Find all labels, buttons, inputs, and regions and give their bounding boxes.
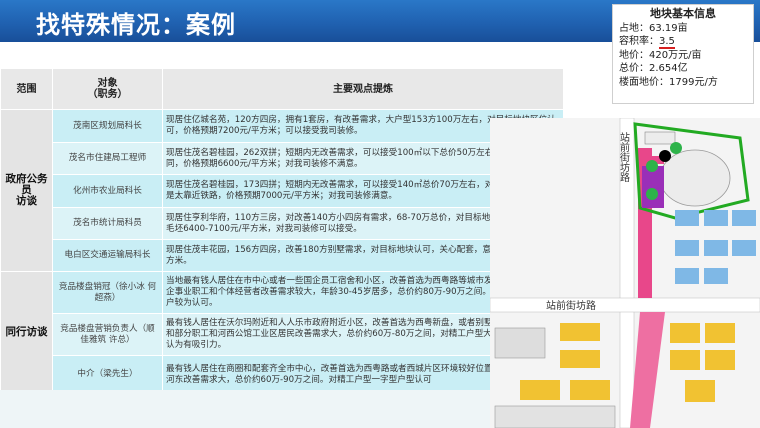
info-box-title: 地块基本信息 — [650, 7, 716, 20]
black-marker — [659, 150, 671, 162]
row-object: 中介（梁先生） — [52, 355, 163, 394]
header-scope: 范围 — [0, 68, 53, 110]
table-row: 政府公务员 访谈 茂南区规划局科长 现居住亿城名苑，120方四房，拥有1套房，有… — [0, 109, 564, 272]
row-object: 电白区交通运输局科长 — [52, 239, 163, 272]
table-row: 中介（梁先生） 最有钱人居住在商圈和配套齐全市中心，改善首选为西粤路或者西城片区… — [1, 355, 564, 394]
yellow-building — [570, 380, 610, 400]
grey-block — [494, 405, 616, 428]
table-row: 同行访谈 竞品楼盘销冠（徐小冰 何超燕） 当地最有钱人居住在市中心或者一些国企员… — [0, 271, 564, 394]
site-plan-svg: 站前街坊路 站前街坊路 — [490, 118, 760, 428]
yellow-building — [560, 323, 600, 341]
info-far-label: 容积率： — [619, 36, 659, 47]
road-label-vertical: 站前街坊路 — [618, 131, 630, 183]
row-object: 茂名市住建局工程师 — [52, 142, 163, 175]
row-object: 化州市农业局科长 — [52, 174, 163, 208]
interview-table-wrapper: 范围 对象 （职务） 主要观点提炼 政府公务员 访谈 茂南区规划局科长 现居住亿… — [0, 68, 564, 394]
table-row: 茂名市统计局科员 现居住亨利华府，110方三房，对改善140方小四房有需求，68… — [1, 207, 564, 240]
info-far-value: 3.5 — [659, 36, 675, 49]
yellow-building — [670, 350, 700, 370]
yellow-building — [705, 350, 735, 370]
table-row: 茂名市住建局工程师 现居住茂名碧桂园，262双拼；短期内无改善需求，可以接受10… — [1, 142, 564, 175]
blue-building — [675, 268, 699, 284]
info-land-price: 地价：420万元/亩 — [619, 49, 702, 61]
site-purple-block — [642, 166, 664, 208]
blue-building — [732, 240, 756, 256]
road-label-horizontal: 站前街坊路 — [546, 299, 596, 312]
yellow-building — [705, 323, 735, 343]
info-far: 容积率：3.5 — [619, 35, 747, 49]
table-row: 电白区交通运输局科长 现居住茂丰花园，156方四房，改善180方别墅需求，对目标… — [1, 239, 564, 272]
row-object: 茂名市统计局科员 — [52, 207, 163, 240]
yellow-building — [670, 323, 700, 343]
yellow-building — [520, 380, 560, 400]
blue-building — [704, 268, 728, 284]
site-building — [644, 131, 676, 145]
green-marker — [646, 160, 658, 172]
info-area: 占地：63.19亩 — [619, 22, 688, 34]
row-object: 竞品楼盘销冠（徐小冰 何超燕） — [52, 271, 163, 314]
grey-block — [494, 327, 546, 359]
site-circular-plaza — [659, 149, 731, 207]
header-object: 对象 （职务） — [52, 68, 163, 110]
info-total-price: 总价：2.654亿 — [619, 63, 688, 74]
table-row: 竞品楼盘营销负责人（顺佳雅筑 许总） 最有钱人居住在沃尔玛附近和人人乐市政府附近… — [1, 313, 564, 356]
land-info-box: 地块基本信息 占地：63.19亩 容积率：3.5 地价：420万元/亩 总价：2… — [612, 4, 754, 104]
yellow-building — [685, 380, 715, 402]
blue-building — [704, 210, 728, 226]
blue-building — [732, 210, 756, 226]
green-marker — [670, 142, 682, 154]
blue-building — [704, 240, 728, 256]
info-floor-price: 楼面地价：1799元/方 — [619, 76, 718, 88]
group-label-government: 政府公务员 访谈 — [0, 109, 53, 272]
blue-building — [675, 240, 699, 256]
table-row: 化州市农业局科长 现居住茂名碧桂园，173四拼；短期内无改善需求，可以接受140… — [1, 174, 564, 208]
row-object: 竞品楼盘营销负责人（顺佳雅筑 许总） — [52, 313, 163, 356]
horizontal-road — [490, 297, 760, 313]
green-marker — [646, 188, 658, 200]
table-bottom-strip — [0, 390, 563, 428]
row-object: 茂南区规划局科长 — [52, 109, 163, 143]
blue-building — [675, 210, 699, 226]
yellow-building — [560, 350, 600, 368]
header-view: 主要观点提炼 — [162, 68, 564, 110]
table-header-row: 范围 对象 （职务） 主要观点提炼 — [0, 68, 564, 110]
site-plan-map: 站前街坊路 站前街坊路 — [490, 118, 760, 428]
group-label-peer: 同行访谈 — [0, 271, 53, 394]
interview-table: 范围 对象 （职务） 主要观点提炼 政府公务员 访谈 茂南区规划局科长 现居住亿… — [0, 68, 564, 394]
page-title: 找特殊情况：案例 — [36, 11, 236, 39]
